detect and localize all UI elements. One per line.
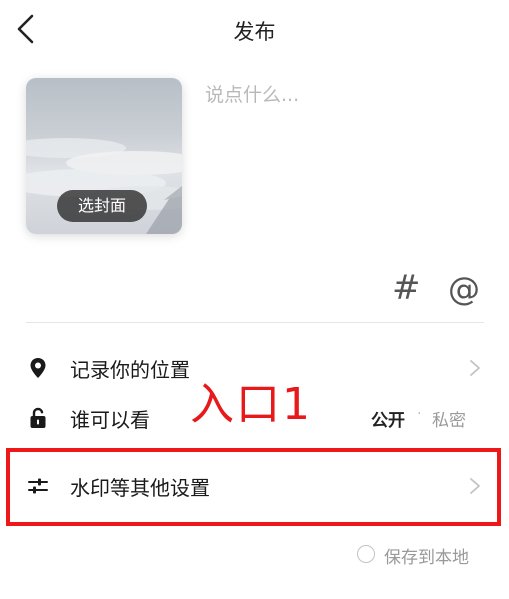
highlight-box <box>6 448 501 526</box>
page-title: 发布 <box>233 20 276 44</box>
chevron-right-icon <box>468 358 482 378</box>
hashtag-button[interactable]: # <box>392 268 421 308</box>
visibility-label: 谁可以看 <box>70 408 150 432</box>
radio-icon[interactable] <box>357 545 375 563</box>
location-label: 记录你的位置 <box>70 358 190 382</box>
visibility-private-option[interactable]: 私密 <box>432 406 466 431</box>
unlock-icon <box>26 406 50 430</box>
caption-input[interactable] <box>205 80 485 230</box>
mention-button[interactable]: @ <box>448 270 480 308</box>
divider <box>26 322 484 323</box>
visibility-row[interactable]: 谁可以看 公开 · 私密 <box>0 394 509 442</box>
location-pin-icon <box>26 356 50 380</box>
choose-cover-button[interactable]: 选封面 <box>57 190 147 222</box>
visibility-public-option[interactable]: 公开 <box>371 406 405 431</box>
save-local-label: 保存到本地 <box>384 548 469 568</box>
visibility-separator: · <box>417 406 422 422</box>
